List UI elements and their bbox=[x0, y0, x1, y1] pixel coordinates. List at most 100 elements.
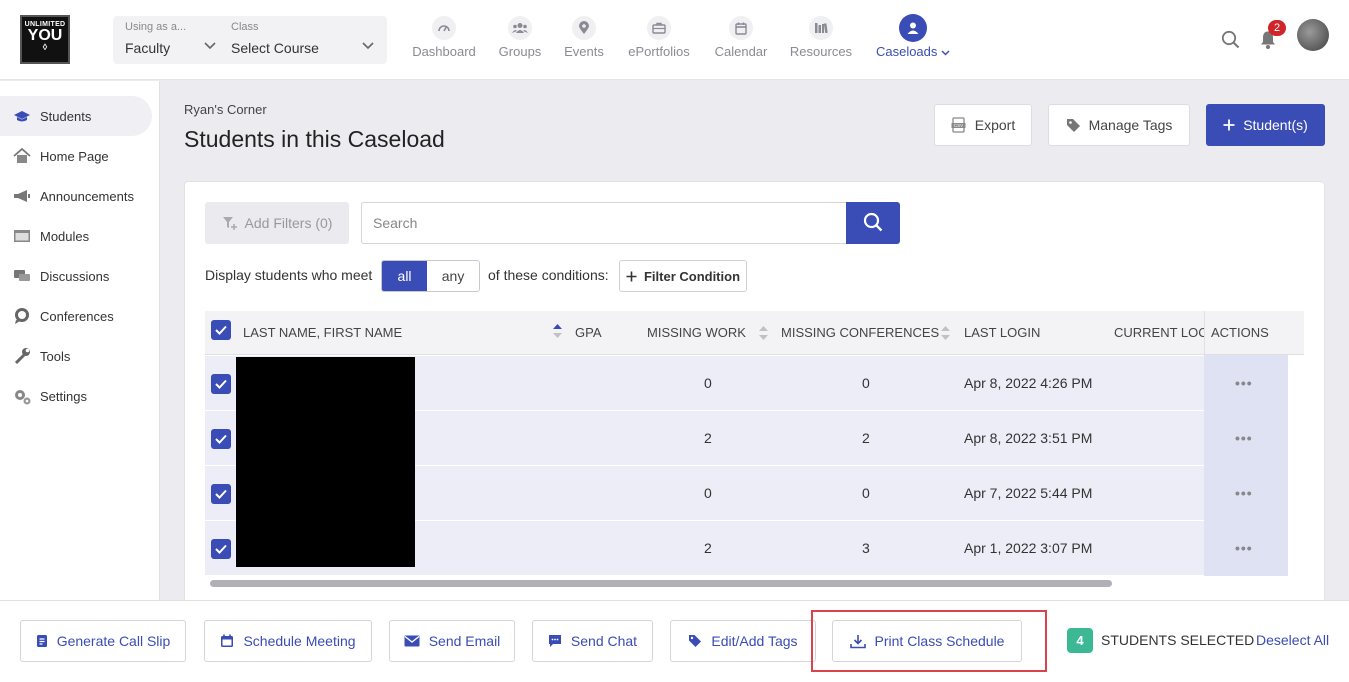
redacted-student-names bbox=[236, 357, 415, 567]
unlimited-you-logo[interactable]: UNLIMITED YOU ◊ bbox=[20, 15, 70, 64]
row-checkbox[interactable] bbox=[211, 374, 231, 394]
column-header-missing-conferences[interactable]: MISSING CONFERENCES bbox=[781, 325, 939, 340]
sort-asc-icon[interactable] bbox=[553, 324, 562, 338]
missing-conferences-cell: 2 bbox=[862, 430, 870, 446]
sidebar-item-settings[interactable]: Settings bbox=[0, 376, 152, 416]
add-students-button[interactable]: Student(s) bbox=[1206, 104, 1325, 146]
column-header-current-location[interactable]: CURRENT LOCA bbox=[1114, 325, 1216, 340]
sort-icon[interactable] bbox=[941, 326, 950, 340]
plus-icon bbox=[1223, 119, 1235, 131]
schedule-meeting-button[interactable]: Schedule Meeting bbox=[204, 620, 372, 662]
column-header-actions: ACTIONS bbox=[1211, 325, 1269, 340]
books-icon bbox=[809, 16, 833, 40]
highlight-box bbox=[811, 610, 1047, 672]
tag-icon bbox=[688, 634, 702, 648]
nav-eportfolios[interactable]: ePortfolios bbox=[626, 16, 692, 66]
chevron-down-icon bbox=[204, 42, 216, 52]
toggle-any[interactable]: any bbox=[427, 261, 479, 291]
nav-calendar[interactable]: Calendar bbox=[713, 16, 769, 66]
class-value: Select Course bbox=[231, 40, 319, 56]
generate-call-slip-button[interactable]: Generate Call Slip bbox=[20, 620, 186, 662]
home-icon bbox=[12, 147, 32, 165]
sidebar-item-discussions[interactable]: Discussions bbox=[0, 256, 152, 296]
display-condition-prefix: Display students who meet bbox=[205, 267, 373, 283]
missing-work-cell: 0 bbox=[704, 375, 712, 391]
last-login-cell: Apr 8, 2022 3:51 PM bbox=[964, 430, 1093, 446]
sidebar-item-tools[interactable]: Tools bbox=[0, 336, 152, 376]
nav-groups[interactable]: Groups bbox=[496, 16, 544, 66]
avatar[interactable] bbox=[1297, 19, 1329, 51]
column-header-name[interactable]: LAST NAME, FIRST NAME bbox=[243, 325, 402, 340]
user-circle-icon bbox=[899, 14, 927, 42]
send-chat-button[interactable]: Send Chat bbox=[532, 620, 653, 662]
sidebar-item-home-page[interactable]: Home Page bbox=[0, 136, 152, 176]
breadcrumb[interactable]: Ryan's Corner bbox=[184, 102, 267, 117]
context-selector: Using as a... Faculty Class Select Cours… bbox=[113, 16, 387, 64]
horizontal-scrollbar[interactable] bbox=[210, 580, 1112, 587]
last-login-cell: Apr 8, 2022 4:26 PM bbox=[964, 375, 1093, 391]
nav-dashboard[interactable]: Dashboard bbox=[410, 16, 478, 66]
nav-resources[interactable]: Resources bbox=[788, 16, 854, 66]
row-checkbox[interactable] bbox=[211, 429, 231, 449]
chat-bubbles-icon bbox=[12, 267, 32, 285]
deselect-all-link[interactable]: Deselect All bbox=[1256, 632, 1329, 648]
search-input[interactable] bbox=[361, 202, 847, 244]
filter-icon bbox=[222, 216, 238, 230]
column-header-missing-work[interactable]: MISSING WORK bbox=[647, 325, 746, 340]
using-as-caption: Using as a... bbox=[125, 21, 187, 33]
sidebar-item-announcements[interactable]: Announcements bbox=[0, 176, 152, 216]
filter-condition-button[interactable]: Filter Condition bbox=[619, 260, 747, 292]
missing-conferences-cell: 3 bbox=[862, 540, 870, 556]
toggle-all[interactable]: all bbox=[382, 261, 428, 291]
column-header-gpa[interactable]: GPA bbox=[575, 325, 602, 340]
row-checkbox[interactable] bbox=[211, 539, 231, 559]
row-actions-menu[interactable]: ••• bbox=[1235, 540, 1253, 556]
missing-conferences-cell: 0 bbox=[862, 375, 870, 391]
briefcase-icon bbox=[647, 16, 671, 40]
calendar-icon bbox=[729, 16, 753, 40]
nav-caseloads[interactable]: Caseloads bbox=[872, 14, 954, 66]
display-condition-suffix: of these conditions: bbox=[488, 267, 609, 283]
last-login-cell: Apr 7, 2022 5:44 PM bbox=[964, 485, 1093, 501]
nav-events[interactable]: Events bbox=[562, 16, 606, 66]
page-title: Students in this Caseload bbox=[184, 126, 445, 152]
column-header-last-login[interactable]: LAST LOGIN bbox=[964, 325, 1040, 340]
row-actions-menu[interactable]: ••• bbox=[1235, 375, 1253, 391]
last-login-cell: Apr 1, 2022 3:07 PM bbox=[964, 540, 1093, 556]
export-button[interactable]: CSV Export bbox=[934, 104, 1032, 146]
search-submit-button[interactable] bbox=[846, 202, 900, 244]
manage-tags-button[interactable]: Manage Tags bbox=[1048, 104, 1190, 146]
sidebar-item-conferences[interactable]: Conferences bbox=[0, 296, 152, 336]
students-selected-label: STUDENTS SELECTED bbox=[1101, 632, 1255, 648]
megaphone-icon bbox=[12, 187, 32, 205]
send-email-button[interactable]: Send Email bbox=[389, 620, 515, 662]
sidebar-item-students[interactable]: Students bbox=[0, 96, 152, 136]
chevron-down-icon bbox=[362, 42, 374, 52]
class-dropdown[interactable]: Class Select Course bbox=[231, 16, 381, 64]
using-as-dropdown[interactable]: Using as a... Faculty bbox=[125, 16, 221, 64]
groups-icon bbox=[508, 16, 532, 40]
document-icon bbox=[36, 634, 48, 648]
match-mode-toggle: all any bbox=[381, 260, 480, 292]
chevron-down-icon bbox=[941, 44, 950, 59]
row-checkbox[interactable] bbox=[211, 484, 231, 504]
missing-work-cell: 0 bbox=[704, 485, 712, 501]
row-actions-menu[interactable]: ••• bbox=[1235, 485, 1253, 501]
notification-count-badge: 2 bbox=[1268, 20, 1286, 36]
missing-conferences-cell: 0 bbox=[862, 485, 870, 501]
search-icon[interactable] bbox=[1221, 30, 1240, 52]
class-caption: Class bbox=[231, 21, 259, 33]
sort-icon[interactable] bbox=[759, 326, 768, 340]
row-actions-menu[interactable]: ••• bbox=[1235, 430, 1253, 446]
select-all-checkbox[interactable] bbox=[211, 320, 231, 340]
tag-icon bbox=[1066, 118, 1081, 133]
graduation-cap-icon bbox=[12, 107, 32, 125]
add-filters-button[interactable]: Add Filters (0) bbox=[205, 202, 349, 244]
edit-add-tags-button[interactable]: Edit/Add Tags bbox=[670, 620, 816, 662]
sidebar-item-modules[interactable]: Modules bbox=[0, 216, 152, 256]
gears-icon bbox=[12, 387, 32, 405]
wrench-icon bbox=[12, 347, 32, 365]
search-icon bbox=[863, 212, 883, 235]
gauge-icon bbox=[432, 16, 456, 40]
map-pin-icon bbox=[572, 16, 596, 40]
